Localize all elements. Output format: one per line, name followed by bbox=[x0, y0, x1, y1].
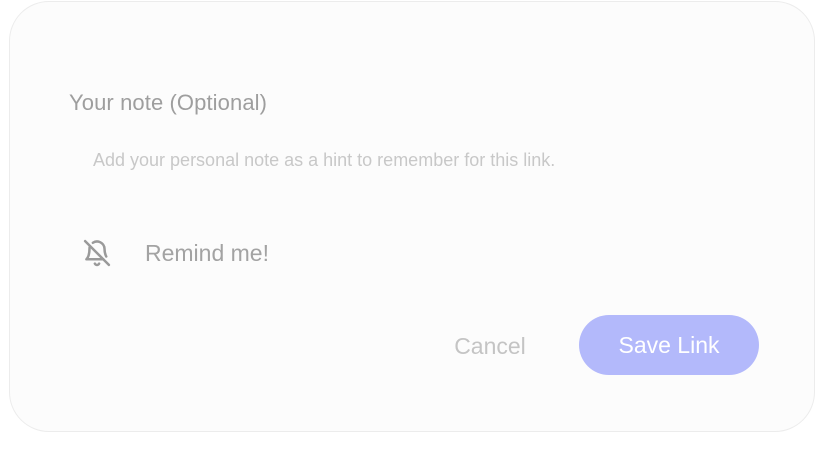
remind-me-label: Remind me! bbox=[145, 239, 269, 266]
remind-me-toggle[interactable]: Remind me! bbox=[80, 230, 269, 276]
cancel-button[interactable]: Cancel bbox=[428, 320, 552, 372]
note-label: Your note (Optional) bbox=[69, 90, 268, 115]
save-link-button[interactable]: Save Link bbox=[579, 315, 759, 375]
save-link-dialog: Your note (Optional) Remind me! Cancel S… bbox=[9, 1, 815, 432]
bell-off-icon bbox=[80, 236, 114, 270]
note-input[interactable] bbox=[69, 140, 749, 180]
